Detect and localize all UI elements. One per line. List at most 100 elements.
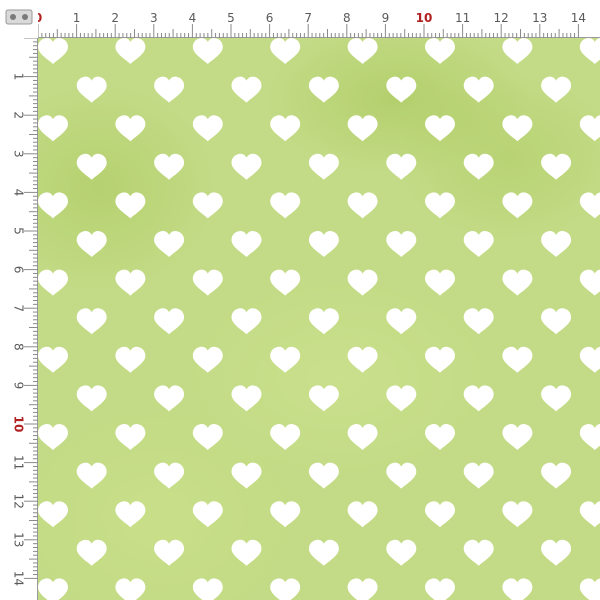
heart-icon [579,192,600,219]
heart-icon [579,424,600,450]
heart-icon [192,424,223,450]
heart-icon [231,308,262,335]
ruler-top-label: 3 [150,11,158,25]
heart-icon [38,424,68,450]
ruler-left-label: 14 [12,571,26,586]
ruler-left-label: 13 [12,532,26,547]
heart-icon [347,192,378,219]
heart-icon [270,424,301,450]
ruler-top-label: 4 [189,11,197,25]
heart-icon [115,501,146,528]
heart-icon [192,192,223,219]
heart-icon [541,76,572,103]
heart-icon [115,38,146,64]
ruler-left-label: 12 [12,494,26,509]
heart-icon [38,578,68,600]
heart-icon [270,192,301,219]
heart-icon [347,578,378,600]
ruler-top: 0 1 2 3 4 5 6 7 8 9 10 11 12 13 14 [0,0,600,38]
heart-icon [76,308,107,335]
heart-icon [386,308,417,335]
heart-icon [347,38,378,64]
ruler-left-label: 11 [12,455,26,470]
heart-icon [463,153,494,180]
heart-icon [192,38,223,64]
heart-icon [502,38,533,64]
heart-icon [386,539,417,566]
heart-icon [231,385,262,412]
heart-icon [579,269,600,296]
heart-icon [425,424,455,450]
fabric-swatch [38,38,600,600]
heart-icon [270,578,301,600]
heart-icon [579,38,600,64]
heart-icon [502,578,533,600]
heart-icon [502,346,533,373]
heart-icon [154,76,185,103]
heart-icon [347,501,378,528]
heart-icon [231,462,262,489]
ruler-left-label: 6 [12,266,26,274]
heart-icon [541,539,572,566]
heart-icon [425,115,455,142]
ruler-left-label: 4 [12,189,26,197]
heart-icon [115,192,146,219]
heart-icon [502,269,533,296]
heart-icon [38,501,68,528]
heart-icon [502,424,533,450]
heart-icon [425,38,455,64]
heart-icon [192,578,223,600]
heart-icon [154,153,185,180]
heart-icon [154,385,185,412]
ruler-top-label: 13 [532,11,547,25]
heart-icon [386,385,417,412]
heart-icon [270,269,301,296]
heart-icon [463,462,494,489]
heart-icon [154,231,185,257]
heart-icon [38,192,68,219]
heart-icon [463,76,494,103]
heart-icon [154,539,185,566]
heart-icon [308,385,339,412]
ruler-top-label: 12 [494,11,509,25]
heart-icon [386,76,417,103]
heart-icon [192,346,223,373]
fabric-preview: 0 1 2 3 4 5 6 7 8 9 10 11 12 13 14 1 2 3 4 5 6 7 8 9 10 11 12 13 14 [0,0,600,600]
heart-icon [541,308,572,335]
heart-icon [308,539,339,566]
ruler-top-label: 11 [455,11,470,25]
heart-icon [154,462,185,489]
heart-icon [347,115,378,142]
heart-icon [231,231,262,257]
heart-icon [425,269,455,296]
heart-icon [38,269,68,296]
heart-icon [76,76,107,103]
heart-icon [231,76,262,103]
heart-icon [76,231,107,257]
heart-icon [308,76,339,103]
heart-icon [76,385,107,412]
heart-icon [347,346,378,373]
heart-icon [231,539,262,566]
heart-icon [192,501,223,528]
heart-icon [76,539,107,566]
ruler-top-label: 8 [343,11,351,25]
heart-icon [347,424,378,450]
heart-icon [386,231,417,257]
heart-icon [579,115,600,142]
heart-icon [308,308,339,335]
ruler-top-label: 1 [73,11,81,25]
heart-icon [347,269,378,296]
heart-icon [502,192,533,219]
ruler-left-label: 9 [12,382,26,390]
heart-icon [425,346,455,373]
heart-icon [115,346,146,373]
heart-icon [115,424,146,450]
ruler-corner [0,0,38,38]
ruler-top-label: 14 [571,11,586,25]
heart-icon [502,115,533,142]
ruler-left: 1 2 3 4 5 6 7 8 9 10 11 12 13 14 [0,0,38,600]
ruler-left-label: 2 [12,111,26,119]
heart-icon [192,269,223,296]
heart-icon [386,153,417,180]
